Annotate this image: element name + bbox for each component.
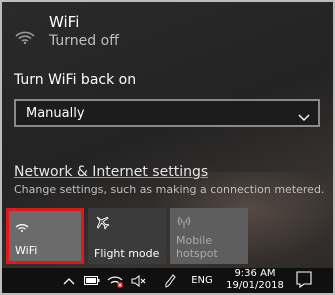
pen-icon[interactable] (160, 268, 180, 293)
taskbar: ENG 9:36 AM 19/01/2018 (2, 268, 333, 293)
language-indicator[interactable]: ENG (187, 268, 217, 293)
wifi-status-row[interactable]: WiFi Turned off (14, 10, 314, 52)
network-icon[interactable] (105, 268, 125, 293)
network-settings-link[interactable]: Network & Internet settings (14, 164, 208, 180)
quick-action-label: Flight mode (94, 247, 160, 260)
airplane-icon (94, 214, 110, 234)
notification-icon[interactable] (296, 271, 312, 293)
network-flyout: WiFi Turned off Turn WiFi back on Manual… (0, 0, 335, 295)
quick-action-mobile-hotspot[interactable]: Mobile hotspot (170, 208, 248, 264)
quick-action-wifi[interactable]: WiFi (6, 208, 84, 264)
chevron-down-icon (298, 107, 310, 126)
clock-date: 19/01/2018 (226, 280, 284, 291)
hotspot-icon (176, 214, 192, 233)
clock-time: 9:36 AM (234, 268, 276, 279)
dropdown-selected-value: Manually (26, 106, 85, 121)
turn-back-on-dropdown[interactable]: Manually (14, 99, 320, 127)
wifi-off-icon (14, 26, 36, 48)
chevron-up-icon[interactable] (60, 268, 78, 293)
volume-muted-icon[interactable] (129, 268, 149, 293)
quick-action-label: WiFi (15, 244, 38, 257)
wifi-status-text: Turned off (49, 33, 119, 49)
clock[interactable]: 9:36 AM 19/01/2018 (224, 268, 286, 292)
wifi-icon (15, 217, 29, 236)
wifi-title: WiFi (49, 13, 80, 31)
quick-action-flight-mode[interactable]: Flight mode (88, 208, 166, 264)
battery-icon[interactable] (82, 268, 102, 293)
turn-wifi-back-label: Turn WiFi back on (14, 72, 137, 88)
network-settings-description: Change settings, such as making a connec… (14, 183, 325, 196)
quick-action-label: Mobile hotspot (176, 234, 218, 260)
